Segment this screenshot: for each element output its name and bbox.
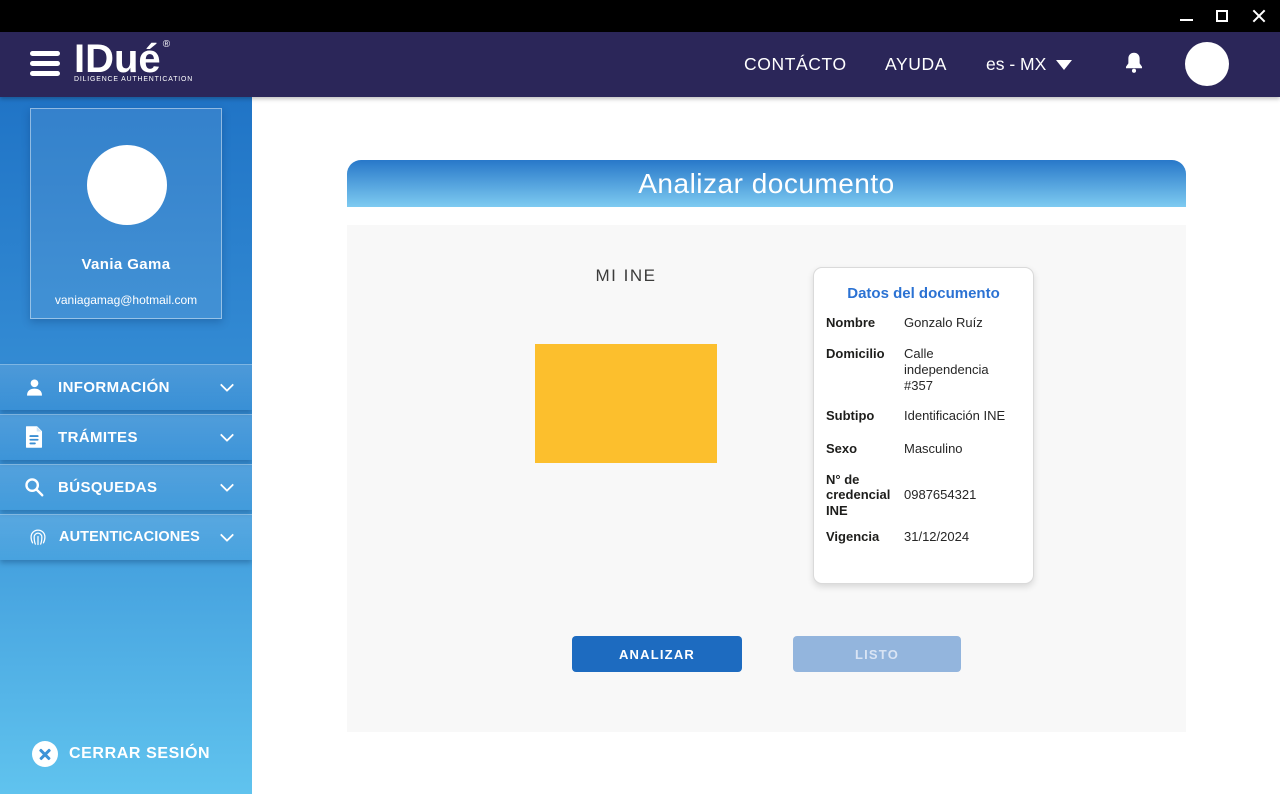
sidebar: Vania Gama vaniagamag@hotmail.com INFORM…	[0, 97, 252, 794]
nav-contact[interactable]: CONTÁCTO	[744, 32, 847, 97]
sidebar-item-label: AUTENTICACIONES	[59, 529, 200, 545]
maximize-button[interactable]	[1212, 5, 1234, 27]
chevron-down-icon	[219, 477, 235, 492]
triangle-down-icon	[1056, 59, 1073, 70]
sidebar-item-label: BÚSQUEDAS	[58, 478, 158, 496]
sidebar-item-busquedas[interactable]: BÚSQUEDAS	[0, 464, 252, 510]
logo-title: IDué	[74, 37, 161, 81]
logo-subtitle: DILIGENCE AUTHENTICATION	[74, 76, 194, 83]
minimize-icon	[1180, 19, 1193, 21]
search-icon	[23, 476, 45, 498]
close-circle-icon	[32, 741, 58, 767]
chevron-down-icon	[219, 527, 235, 542]
chevron-down-icon	[219, 377, 235, 392]
sidebar-item-tramites[interactable]: TRÁMITES	[0, 414, 252, 460]
logout-label: CERRAR SESIÓN	[69, 745, 211, 762]
field-credencial: N° de credencial INE 0987654321	[826, 472, 1021, 518]
analyze-button[interactable]: ANALIZAR	[572, 636, 742, 672]
maximize-icon	[1216, 10, 1228, 22]
field-label: Sexo	[826, 441, 858, 457]
field-nombre: Nombre Gonzalo Ruíz	[826, 315, 1021, 331]
field-value: 0987654321	[904, 487, 977, 503]
registered-mark: ®	[162, 39, 171, 50]
field-value: Masculino	[904, 441, 963, 457]
profile-name: Vania Gama	[81, 256, 171, 273]
sidebar-navigation: INFORMACIÓN TRÁMITES BÚSQUEDAS AUTENTICA…	[0, 364, 252, 564]
document-preview-image	[535, 344, 717, 463]
field-domicilio: Domicilio Calle independencia #357	[826, 346, 1021, 394]
user-icon	[23, 376, 45, 398]
minimize-button[interactable]	[1176, 5, 1198, 27]
app-logo: IDué ® DILIGENCE AUTHENTICATION	[74, 38, 193, 83]
fingerprint-icon	[27, 526, 49, 548]
field-subtipo: Subtipo Identificación INE	[826, 408, 1021, 424]
document-data-card: Datos del documento Nombre Gonzalo Ruíz …	[813, 267, 1034, 584]
window-titlebar	[0, 0, 1280, 32]
close-button[interactable]	[1248, 5, 1270, 27]
profile-card: Vania Gama vaniagamag@hotmail.com	[30, 108, 222, 319]
top-navigation: CONTÁCTO AYUDA es - MX	[720, 32, 1280, 97]
sidebar-item-label: TRÁMITES	[58, 428, 138, 446]
language-value: es - MX	[986, 54, 1047, 74]
sidebar-item-autenticaciones[interactable]: AUTENTICACIONES	[0, 514, 252, 560]
field-value: Calle independencia #357	[904, 345, 989, 393]
document-icon	[23, 426, 45, 448]
document-panel: MI INE Datos del documento Nombre Gonzal…	[347, 225, 1186, 732]
menu-toggle-button[interactable]	[30, 51, 62, 78]
bell-icon	[1125, 52, 1143, 73]
window-controls	[1176, 0, 1270, 32]
field-value: 31/12/2024	[904, 529, 970, 545]
sidebar-item-informacion[interactable]: INFORMACIÓN	[0, 364, 252, 410]
hamburger-icon	[30, 51, 60, 56]
main-content: Analizar documento MI INE Datos del docu…	[252, 97, 1280, 794]
nav-help[interactable]: AYUDA	[885, 32, 947, 97]
account-avatar-button[interactable]	[1185, 42, 1229, 86]
ready-button[interactable]: LISTO	[793, 636, 961, 672]
field-value: Identificación INE	[904, 408, 1006, 424]
page-title: Analizar documento	[638, 167, 895, 199]
chevron-down-icon	[219, 427, 235, 442]
page-title-banner: Analizar documento	[347, 160, 1186, 207]
field-label: Nombre	[826, 315, 876, 330]
field-label: Domicilio	[826, 345, 885, 361]
document-name-label: MI INE	[595, 266, 657, 285]
card-title: Datos del documento	[847, 285, 1000, 302]
app-window: IDué ® DILIGENCE AUTHENTICATION CONTÁCTO…	[0, 0, 1280, 794]
field-sexo: Sexo Masculino	[826, 441, 1021, 457]
field-label: N° de credencial INE	[826, 472, 891, 518]
logout-button[interactable]: CERRAR SESIÓN	[0, 729, 252, 779]
sidebar-item-label: INFORMACIÓN	[58, 378, 170, 396]
notifications-button[interactable]	[1118, 48, 1150, 80]
language-selector[interactable]: es - MX	[986, 32, 1073, 97]
profile-avatar	[87, 145, 167, 225]
field-label: Vigencia	[826, 529, 880, 545]
app-header: IDué ® DILIGENCE AUTHENTICATION CONTÁCTO…	[0, 32, 1280, 97]
field-value: Gonzalo Ruíz	[904, 315, 983, 330]
field-label: Subtipo	[826, 408, 875, 424]
action-buttons: ANALIZAR LISTO	[347, 636, 1186, 676]
field-vigencia: Vigencia 31/12/2024	[826, 529, 1021, 545]
profile-email: vaniagamag@hotmail.com	[54, 293, 198, 307]
